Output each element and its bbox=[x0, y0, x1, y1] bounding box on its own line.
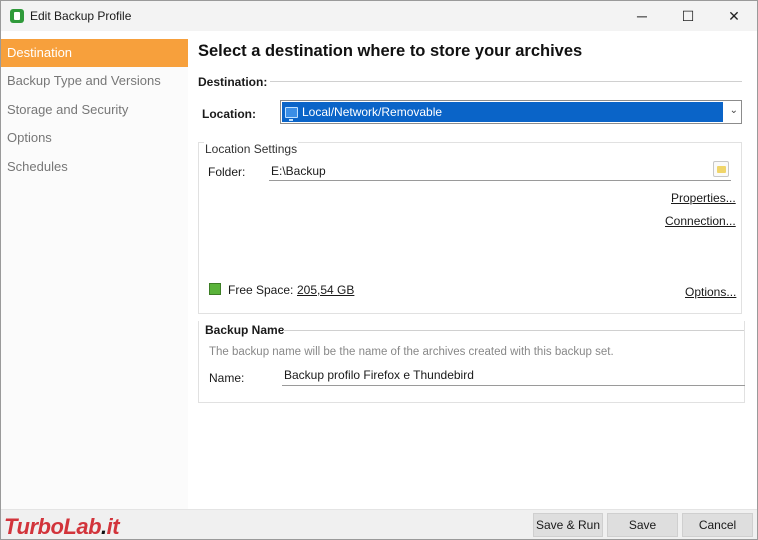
footer-bar: TurboLab.it Save & Run Save Cancel bbox=[1, 509, 757, 539]
sidebar-item-storage-security[interactable]: Storage and Security bbox=[1, 96, 188, 124]
sidebar-nav: Destination Backup Type and Versions Sto… bbox=[1, 39, 188, 509]
sidebar-item-backup-type[interactable]: Backup Type and Versions bbox=[1, 67, 188, 95]
edit-backup-profile-window: Edit Backup Profile ─ ☐ ✕ Destination Ba… bbox=[0, 0, 758, 540]
main-panel: Select a destination where to store your… bbox=[188, 31, 757, 509]
folder-label: Folder: bbox=[208, 165, 246, 179]
properties-link[interactable]: Properties... bbox=[671, 191, 736, 205]
monitor-icon bbox=[285, 106, 298, 121]
sidebar-item-options[interactable]: Options bbox=[1, 124, 188, 152]
close-button[interactable]: ✕ bbox=[711, 1, 757, 31]
backup-name-group: Backup Name The backup name will be the … bbox=[198, 321, 745, 403]
cancel-button[interactable]: Cancel bbox=[682, 513, 753, 537]
destination-divider bbox=[270, 81, 742, 82]
location-select-text: Local/Network/Removable bbox=[302, 105, 443, 119]
maximize-button[interactable]: ☐ bbox=[665, 1, 711, 31]
save-and-run-button[interactable]: Save & Run bbox=[533, 513, 603, 537]
connection-link[interactable]: Connection... bbox=[665, 214, 736, 228]
destination-section-label: Destination: bbox=[198, 75, 268, 89]
backup-name-hint: The backup name will be the name of the … bbox=[209, 346, 614, 358]
watermark-logo: TurboLab.it bbox=[4, 514, 120, 540]
folder-value: E:\Backup bbox=[271, 164, 326, 178]
watermark-text-right: it bbox=[106, 514, 120, 539]
backup-name-input[interactable]: Backup profilo Firefox e Thundebird bbox=[282, 364, 745, 386]
folder-field[interactable]: E:\Backup bbox=[269, 160, 731, 181]
window-title: Edit Backup Profile bbox=[30, 9, 132, 23]
chevron-down-icon[interactable]: ⌄ bbox=[730, 105, 738, 116]
options-link[interactable]: Options... bbox=[685, 285, 736, 299]
backup-name-title: Backup Name bbox=[205, 323, 285, 337]
location-settings-group: Location Settings Folder: E:\Backup Prop… bbox=[198, 142, 742, 314]
free-space-value[interactable]: 205,54 GB bbox=[297, 283, 354, 297]
page-title: Select a destination where to store your… bbox=[198, 42, 583, 60]
save-button[interactable]: Save bbox=[607, 513, 678, 537]
backup-name-divider bbox=[283, 330, 744, 331]
watermark-text-left: TurboLab bbox=[4, 514, 102, 539]
location-select-value: Local/Network/Removable bbox=[282, 102, 723, 122]
location-settings-title: Location Settings bbox=[204, 142, 299, 156]
location-label: Location: bbox=[202, 107, 256, 121]
sidebar-item-schedules[interactable]: Schedules bbox=[1, 153, 188, 181]
sidebar-item-destination[interactable]: Destination bbox=[1, 39, 188, 68]
backup-name-value: Backup profilo Firefox e Thundebird bbox=[284, 368, 474, 382]
folder-icon bbox=[717, 166, 726, 173]
app-icon bbox=[10, 9, 24, 23]
window-controls: ─ ☐ ✕ bbox=[619, 1, 757, 31]
free-space-indicator bbox=[209, 283, 221, 295]
title-bar: Edit Backup Profile ─ ☐ ✕ bbox=[1, 1, 757, 31]
browse-folder-button[interactable] bbox=[713, 161, 729, 177]
free-space-label: Free Space: bbox=[228, 283, 294, 297]
minimize-button[interactable]: ─ bbox=[619, 1, 665, 31]
name-label: Name: bbox=[209, 371, 245, 385]
location-select[interactable]: Local/Network/Removable ⌄ bbox=[280, 100, 742, 124]
